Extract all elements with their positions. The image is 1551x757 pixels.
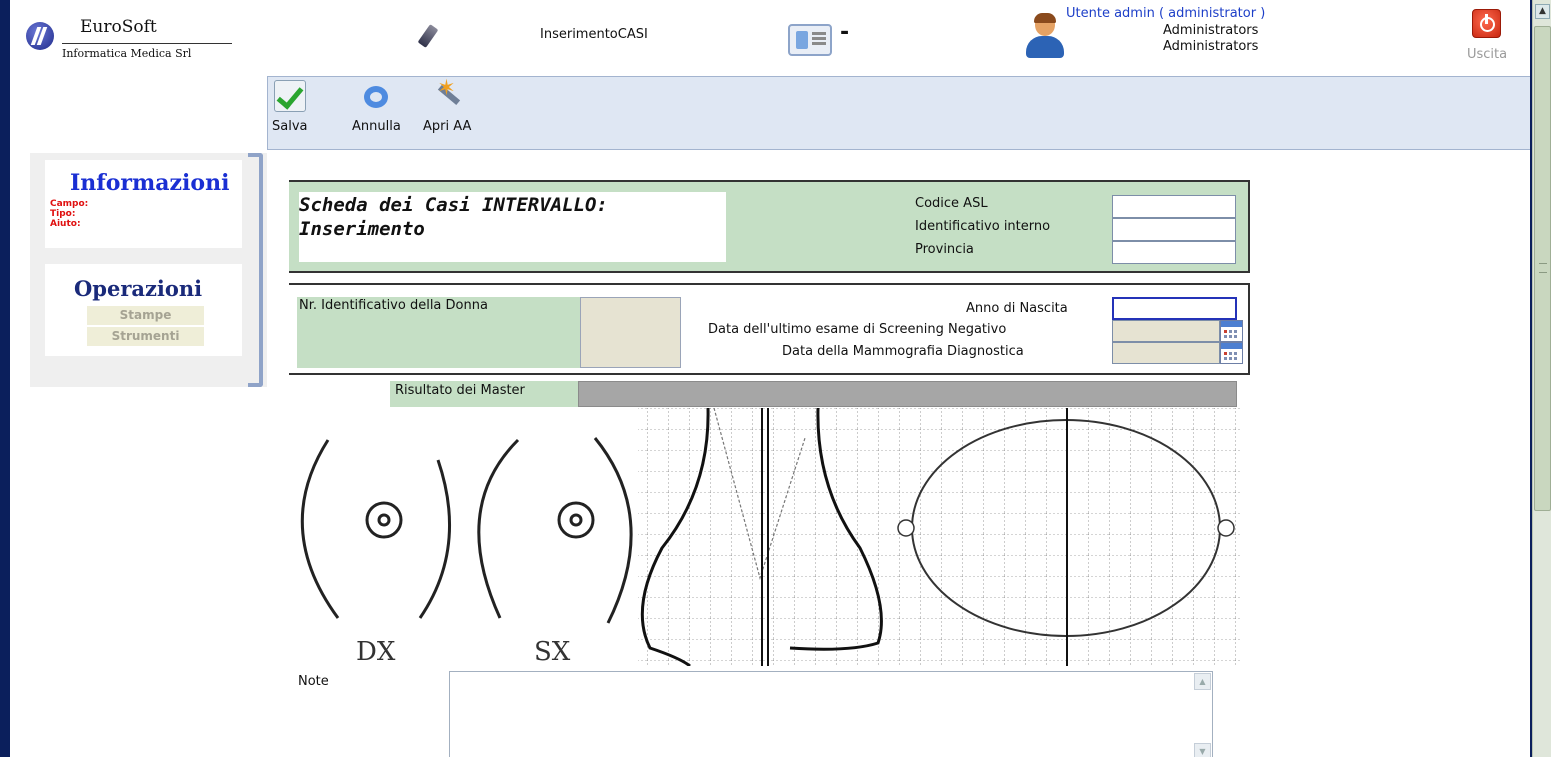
risultato-master-bar <box>578 381 1237 407</box>
provincia-field[interactable] <box>1112 241 1236 264</box>
avatar-hair <box>1034 13 1056 23</box>
page-scrollbar[interactable]: ▲ <box>1532 0 1551 757</box>
app-header: EuroSoft Informatica Medica Srl Inserime… <box>10 0 1530 72</box>
operations-title: Operazioni <box>74 276 203 301</box>
exit-button-label[interactable]: Uscita <box>1467 47 1507 62</box>
id-interno-field[interactable] <box>1112 218 1236 241</box>
note-label: Note <box>298 674 329 689</box>
info-field-tipo: Tipo: <box>50 209 76 219</box>
scroll-down-icon[interactable]: ▼ <box>1194 743 1211 757</box>
checkmark-icon <box>273 80 306 112</box>
open-aa-button[interactable]: Apri AA <box>423 76 472 134</box>
pen-icon[interactable] <box>417 24 439 48</box>
anno-nascita-field[interactable] <box>1112 297 1237 320</box>
eurosoft-logo-icon <box>26 22 54 50</box>
scrollbar-grip-icon <box>1539 263 1547 273</box>
anno-nascita-label: Anno di Nascita <box>966 301 1068 316</box>
front-view-right <box>300 439 451 619</box>
data-mammografia-field[interactable] <box>1112 342 1220 364</box>
cancel-label: Annulla <box>352 119 401 134</box>
save-label: Salva <box>272 119 308 134</box>
power-icon[interactable] <box>1472 9 1501 38</box>
company-logo: EuroSoft Informatica Medica Srl <box>22 8 252 66</box>
company-subtitle: Informatica Medica Srl <box>62 47 192 60</box>
form-title-line-1: Scheda dei Casi INTERVALLO: <box>299 194 608 216</box>
note-scrollbar[interactable]: ▲ ▼ <box>1194 673 1211 757</box>
form-title-line-2: Inserimento <box>299 218 425 240</box>
user-avatar-icon <box>1026 13 1064 60</box>
print-button[interactable]: Stampe <box>87 306 204 325</box>
header-separator: - <box>840 20 850 45</box>
page-name: InserimentoCASI <box>540 27 648 42</box>
form-title: Scheda dei Casi INTERVALLO: Inserimento <box>299 193 608 241</box>
data-ultimo-esame-field[interactable] <box>1112 320 1220 342</box>
cancel-button[interactable]: Annulla <box>352 80 401 134</box>
data-mammografia-label: Data della Mammografia Diagnostica <box>782 344 1024 359</box>
calendar-icon[interactable] <box>1220 320 1243 342</box>
note-textarea[interactable]: ▲ ▼ <box>449 671 1213 757</box>
id-interno-label: Identificativo interno <box>915 219 1051 234</box>
user-name-link[interactable]: Utente admin ( administrator ) <box>1066 6 1265 21</box>
user-group-1: Administrators <box>1163 23 1259 38</box>
provincia-label: Provincia <box>915 242 974 257</box>
action-toolbar: Salva Annulla Apri AA <box>267 76 1530 150</box>
logo-divider <box>62 43 232 44</box>
dx-label: DX <box>356 637 396 666</box>
company-name: EuroSoft <box>80 17 157 37</box>
breast-diagram-svg: DX SX <box>300 407 1240 668</box>
front-view-left <box>477 437 633 624</box>
sx-label: SX <box>534 637 571 666</box>
info-field-campo: Campo: <box>50 199 89 209</box>
data-ultimo-esame-label: Data dell'ultimo esame di Screening Nega… <box>708 322 1007 337</box>
nr-id-donna-label: Nr. Identificativo della Donna <box>299 298 488 313</box>
scroll-up-icon[interactable]: ▲ <box>1535 4 1550 19</box>
address-book-icon[interactable] <box>788 24 832 56</box>
info-fields: Campo: Tipo: Aiuto: <box>50 199 88 229</box>
left-panel-bracket <box>248 153 263 387</box>
breast-diagram[interactable]: DX SX <box>290 407 1240 668</box>
calendar-icon[interactable] <box>1220 342 1243 364</box>
save-button[interactable]: Salva <box>272 80 308 134</box>
scroll-up-icon[interactable]: ▲ <box>1194 673 1211 690</box>
codice-asl-field[interactable] <box>1112 195 1236 218</box>
undo-icon <box>360 80 392 112</box>
diagram-grid <box>638 408 1240 666</box>
open-aa-label: Apri AA <box>423 119 472 134</box>
scrollbar-thumb[interactable] <box>1534 26 1551 511</box>
codice-asl-label: Codice ASL <box>915 196 988 211</box>
info-title: Informazioni <box>70 170 230 196</box>
info-field-aiuto: Aiuto: <box>50 219 81 229</box>
tools-button[interactable]: Strumenti <box>87 327 204 346</box>
app-window: EuroSoft Informatica Medica Srl Inserime… <box>10 0 1530 757</box>
nr-id-donna-field[interactable] <box>580 297 681 368</box>
magic-wand-icon <box>431 76 463 112</box>
avatar-body <box>1026 36 1064 58</box>
user-group-2: Administrators <box>1163 39 1259 54</box>
risultato-master-label: Risultato dei Master <box>390 381 578 407</box>
